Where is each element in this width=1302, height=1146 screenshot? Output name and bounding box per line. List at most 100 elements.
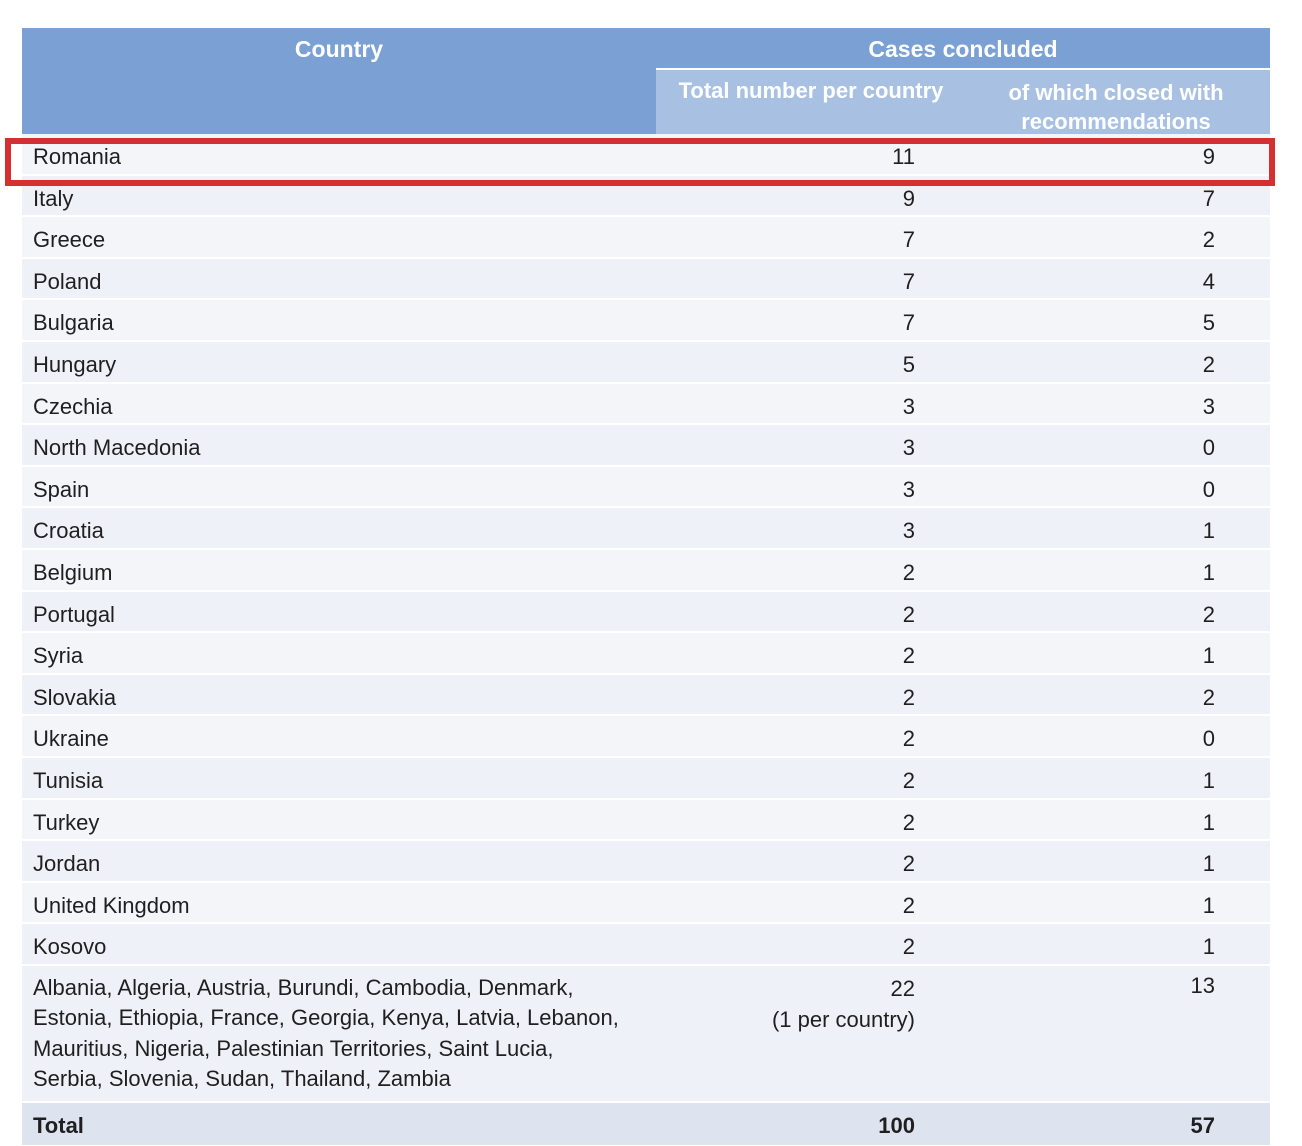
country-cell: Croatia [33,518,104,544]
total-cell: 2 [902,934,915,960]
table-row: Belgium 2 1 [22,549,1270,592]
closed-cell: 9 [1202,144,1215,169]
country-cell: United Kingdom [33,892,190,918]
total-cell: 3 [902,435,915,461]
table-row: Italy 9 7 [22,175,1270,218]
table-row: Tunisia 2 1 [22,757,1270,800]
table-row: Spain 3 0 [22,466,1270,509]
table-row: Turkey 2 1 [22,799,1270,842]
total-cell: 2 [902,767,915,793]
country-cell: Belgium [33,559,113,585]
table-row: Croatia 3 1 [22,508,1270,550]
others-total-value: 22 [890,975,915,1001]
total-cases: 100 [878,1112,915,1138]
closed-cell: 1 [1202,643,1215,669]
table-row: Portugal 2 2 [22,591,1270,634]
closed-cell: 0 [1202,435,1215,461]
total-cell: 2 [902,892,915,918]
total-cell: 2 [902,643,915,669]
closed-cell: 2 [1202,684,1215,710]
table-row: North Macedonia 3 0 [22,425,1270,467]
closed-cell: 2 [1202,601,1215,627]
country-cell: Ukraine [33,726,109,752]
total-cell: 2 [902,684,915,710]
total-cell: 2 [902,726,915,752]
table-row: Kosovo 2 1 [22,924,1270,966]
total-cell: 3 [902,518,915,544]
total-cell: 7 [902,227,915,253]
header-country: Country [294,36,384,62]
table-row: Ukraine 2 0 [22,716,1270,758]
header-subcolumns: Total number per country of which closed… [656,68,1270,134]
total-cell: 2 [902,559,915,585]
table-row: Jordan 2 1 [22,841,1270,883]
table-row-others: Albania, Algeria, Austria, Burundi, Camb… [22,965,1270,1103]
country-cell: Portugal [33,601,115,627]
total-cell: 3 [902,476,915,502]
closed-cell: 2 [1202,227,1215,253]
total-cell: 11 [892,144,915,169]
header-closed-with-recommendations: of which closed with recommendations [1008,80,1224,134]
country-cell: Slovakia [33,684,117,710]
table-row: Bulgaria 7 5 [22,300,1270,342]
table-row: Romania 11 9 [22,134,1270,176]
others-countries-line: Estonia, Ethiopia, France, Georgia, Keny… [33,1005,619,1031]
closed-cell: 1 [1202,851,1215,877]
table-row: Greece 7 2 [22,217,1270,259]
header-cases-concluded: Cases concluded [868,36,1058,62]
closed-cell: 1 [1202,809,1215,835]
country-cell: Czechia [33,393,113,419]
country-cell: Hungary [33,351,117,377]
table-row: United Kingdom 2 1 [22,882,1270,925]
total-cell: 3 [902,393,915,419]
country-cell: Syria [33,643,84,669]
closed-cell: 1 [1202,518,1215,544]
country-cell: Poland [33,268,102,294]
closed-cell: 4 [1202,268,1215,294]
others-total-note: (1 per country) [771,1006,915,1032]
others-countries-line: Serbia, Slovenia, Sudan, Thailand, Zambi… [33,1066,451,1092]
closed-cell: 1 [1202,934,1215,960]
others-countries: Albania, Algeria, Austria, Burundi, Camb… [33,973,643,1095]
closed-cell: 7 [1202,185,1215,211]
others-countries-line: Mauritius, Nigeria, Palestinian Territor… [33,1035,554,1061]
country-cell: Bulgaria [33,310,114,336]
table-row: Slovakia 2 2 [22,674,1270,717]
others-countries-line: Albania, Algeria, Austria, Burundi, Camb… [33,974,574,1000]
total-cell: 7 [902,268,915,294]
table-row-total: Total 100 57 [22,1102,1270,1145]
closed-cell: 0 [1202,476,1215,502]
closed-cell: 2 [1202,351,1215,377]
others-closed: 13 [1190,972,1215,998]
closed-cell: 1 [1202,767,1215,793]
table-row: Poland 7 4 [22,258,1270,301]
table-row: Hungary 5 2 [22,341,1270,384]
closed-cell: 3 [1202,393,1215,419]
country-cell: Kosovo [33,934,107,960]
closed-cell: 0 [1202,726,1215,752]
total-cell: 9 [902,185,915,211]
country-cell: Jordan [33,851,101,877]
others-total: 22 (1 per country) [772,973,915,1035]
country-cell: Romania [33,144,122,169]
cases-table: Country Cases concluded Total number per… [22,28,1270,1145]
country-cell: Tunisia [33,767,104,793]
country-cell: Italy [33,185,74,211]
total-cell: 2 [902,601,915,627]
table-header: Country Cases concluded Total number per… [22,28,1270,134]
country-cell: Greece [33,227,106,253]
closed-cell: 1 [1202,892,1215,918]
closed-cell: 5 [1202,310,1215,336]
total-cell: 2 [902,851,915,877]
total-cell: 7 [902,310,915,336]
total-cell: 2 [902,809,915,835]
total-cell: 5 [902,351,915,377]
header-total-per-country: Total number per country [678,78,944,103]
country-cell: North Macedonia [33,435,201,461]
country-cell: Turkey [33,809,100,835]
country-cell: Spain [33,476,90,502]
total-closed: 57 [1190,1112,1215,1138]
total-label: Total [33,1112,84,1138]
table-row: Syria 2 1 [22,633,1270,675]
table-row: Czechia 3 3 [22,383,1270,426]
